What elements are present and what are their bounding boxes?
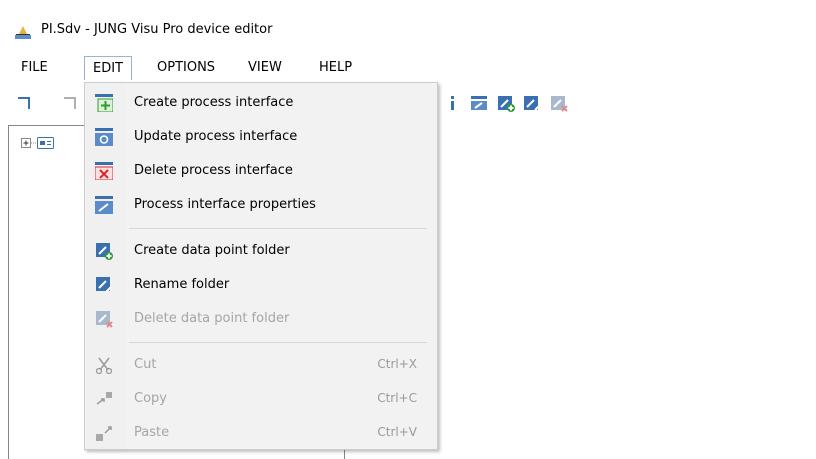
menu-file[interactable]: FILE xyxy=(13,56,56,80)
expand-node-icon[interactable] xyxy=(21,136,55,150)
paste-icon xyxy=(96,426,112,441)
menu-item-delete-process-interface[interactable]: Delete process interface xyxy=(85,156,437,186)
menu-item-label: Delete process interface xyxy=(134,163,293,178)
menu-item-delete-data-point-folder[interactable]: Delete data point folder xyxy=(85,304,437,334)
menu-view[interactable]: VIEW xyxy=(240,56,290,80)
menu-item-rename-folder[interactable]: Rename folder xyxy=(85,270,437,300)
menu-item-create-data-point-folder[interactable]: Create data point folder xyxy=(85,236,437,266)
create-folder-toolbar-icon[interactable] xyxy=(497,94,515,112)
shortcut-text: Ctrl+X xyxy=(377,357,417,371)
menu-item-label: Create data point folder xyxy=(134,243,290,258)
process-interface-properties-icon xyxy=(95,196,113,214)
edit-menu-dropdown: Create process interface Update process … xyxy=(84,82,438,450)
menu-item-paste[interactable]: Paste Ctrl+V xyxy=(85,418,437,448)
menu-item-label: Delete data point folder xyxy=(134,311,290,326)
menu-item-label: Cut xyxy=(134,357,157,372)
menu-options[interactable]: OPTIONS xyxy=(149,56,223,80)
menu-help[interactable]: HELP xyxy=(311,56,360,80)
menu-separator xyxy=(129,342,427,343)
title-bar: PI.Sdv - JUNG Visu Pro device editor xyxy=(0,0,816,55)
menu-item-process-interface-properties[interactable]: Process interface properties xyxy=(85,190,437,220)
menu-bar: FILE EDIT OPTIONS VIEW HELP xyxy=(0,56,816,80)
menu-item-label: Paste xyxy=(134,425,170,440)
menu-item-label: Create process interface xyxy=(134,95,294,110)
shortcut-text: Ctrl+V xyxy=(377,425,417,439)
menu-item-copy[interactable]: Copy Ctrl+C xyxy=(85,384,437,414)
menu-item-label: Process interface properties xyxy=(134,197,316,212)
update-process-interface-icon xyxy=(95,128,113,146)
rename-folder-toolbar-icon[interactable] xyxy=(523,94,541,112)
shortcut-text: Ctrl+C xyxy=(377,391,417,405)
delete-folder-toolbar-icon[interactable] xyxy=(550,94,568,112)
menu-item-update-process-interface[interactable]: Update process interface xyxy=(85,122,437,152)
copy-icon xyxy=(96,392,112,405)
delete-process-interface-icon xyxy=(95,162,113,180)
create-process-interface-icon xyxy=(95,94,113,112)
app-icon xyxy=(15,26,31,39)
scissors-icon xyxy=(95,357,113,374)
create-folder-icon xyxy=(96,243,113,260)
properties-icon[interactable] xyxy=(470,94,488,112)
menu-edit[interactable]: EDIT xyxy=(84,56,132,80)
open-icon[interactable] xyxy=(62,94,80,112)
menu-item-label: Copy xyxy=(134,391,167,406)
menu-item-create-process-interface[interactable]: Create process interface xyxy=(85,88,437,118)
menu-separator xyxy=(129,228,427,229)
menu-item-label: Update process interface xyxy=(134,129,298,144)
menu-item-cut[interactable]: Cut Ctrl+X xyxy=(85,350,437,380)
window-title: PI.Sdv - JUNG Visu Pro device editor xyxy=(41,22,273,37)
menu-item-label: Rename folder xyxy=(134,277,230,292)
new-icon[interactable] xyxy=(16,94,34,112)
delete-folder-icon xyxy=(96,311,113,328)
info-icon[interactable] xyxy=(444,94,462,112)
rename-folder-icon xyxy=(96,277,112,293)
